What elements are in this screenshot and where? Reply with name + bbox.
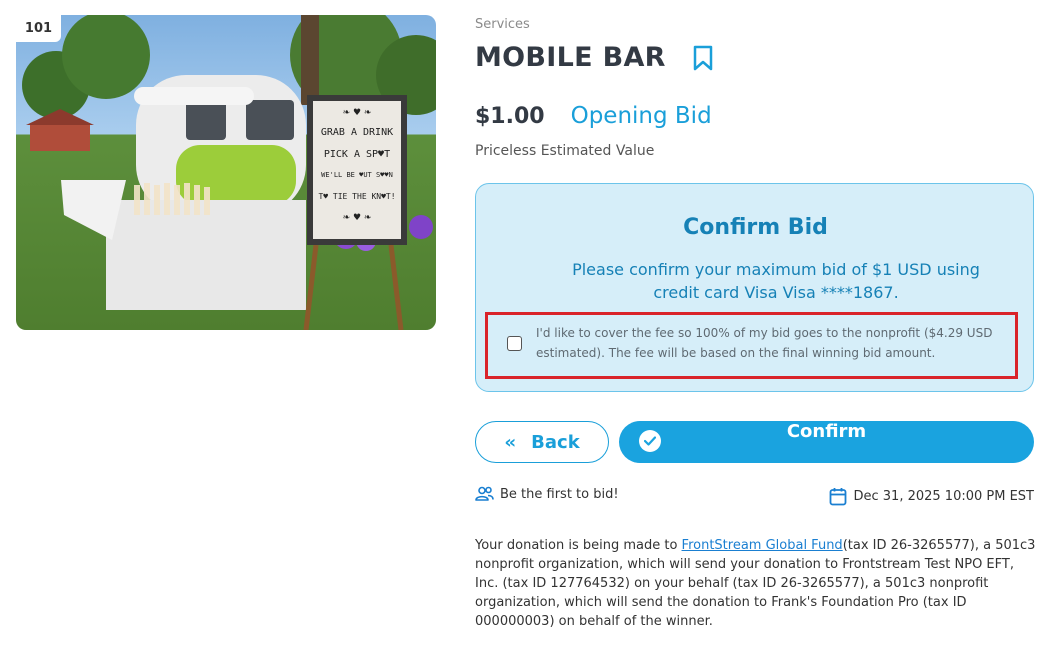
nonprofit-link[interactable]: FrontStream Global Fund [682, 538, 843, 553]
confirm-bid-title: Confirm Bid [683, 215, 828, 240]
calendar-icon [830, 488, 847, 506]
auction-end-date: Dec 31, 2025 10:00 PM EST [829, 487, 1034, 506]
back-button[interactable]: ‹‹ Back [475, 421, 609, 463]
double-chevron-left-icon: ‹‹ [504, 431, 516, 453]
mobile-bar-illustration: ❧ ♥ ❧ GRAB A DRINK PICK A SP♥T WE'LL BE … [22, 15, 436, 330]
price-type-label: Opening Bid [570, 103, 712, 129]
users-icon [475, 486, 494, 501]
price-row: $1.00 Opening Bid [475, 103, 712, 129]
bidders-info: Be the first to bid! [475, 486, 619, 502]
donation-disclaimer: Your donation is being made to FrontStre… [475, 536, 1040, 631]
svg-text:❧ ♥ ❧: ❧ ♥ ❧ [343, 108, 372, 118]
confirm-button-label: Confirm [786, 421, 867, 442]
confirm-button[interactable]: Confirm [619, 421, 1034, 463]
sign-line: WE'LL BE ♥UT S♥♥N [321, 171, 393, 179]
back-button-label: Back [531, 431, 580, 453]
confirm-bid-message: Please confirm your maximum bid of $1 US… [572, 260, 980, 302]
end-date-text: Dec 31, 2025 10:00 PM EST [853, 489, 1034, 504]
cover-fee-label[interactable]: I'd like to cover the fee so 100% of my … [536, 323, 1006, 363]
cover-fee-checkbox[interactable] [507, 336, 522, 351]
bookmark-icon[interactable] [692, 44, 714, 72]
confirm-bid-panel: Confirm Bid Please confirm your maximum … [475, 183, 1034, 392]
sign-line: T♥ TIE THE KN♥T! [318, 192, 395, 201]
title-row: MOBILE BAR [475, 42, 714, 73]
item-photo[interactable]: ❧ ♥ ❧ GRAB A DRINK PICK A SP♥T WE'LL BE … [16, 15, 436, 330]
sign-line: GRAB A DRINK [321, 127, 393, 138]
current-price: $1.00 [475, 104, 545, 129]
estimated-value: Priceless Estimated Value [475, 143, 655, 159]
lot-number-badge: 101 [16, 15, 61, 42]
svg-text:❧ ♥ ❧: ❧ ♥ ❧ [343, 213, 372, 223]
cover-fee-highlight: I'd like to cover the fee so 100% of my … [485, 312, 1018, 379]
disclaimer-prefix: Your donation is being made to [475, 538, 682, 553]
item-title: MOBILE BAR [475, 42, 666, 73]
category-label: Services [475, 17, 530, 32]
sign-line: PICK A SP♥T [324, 149, 390, 160]
bidders-text: Be the first to bid! [500, 486, 619, 502]
